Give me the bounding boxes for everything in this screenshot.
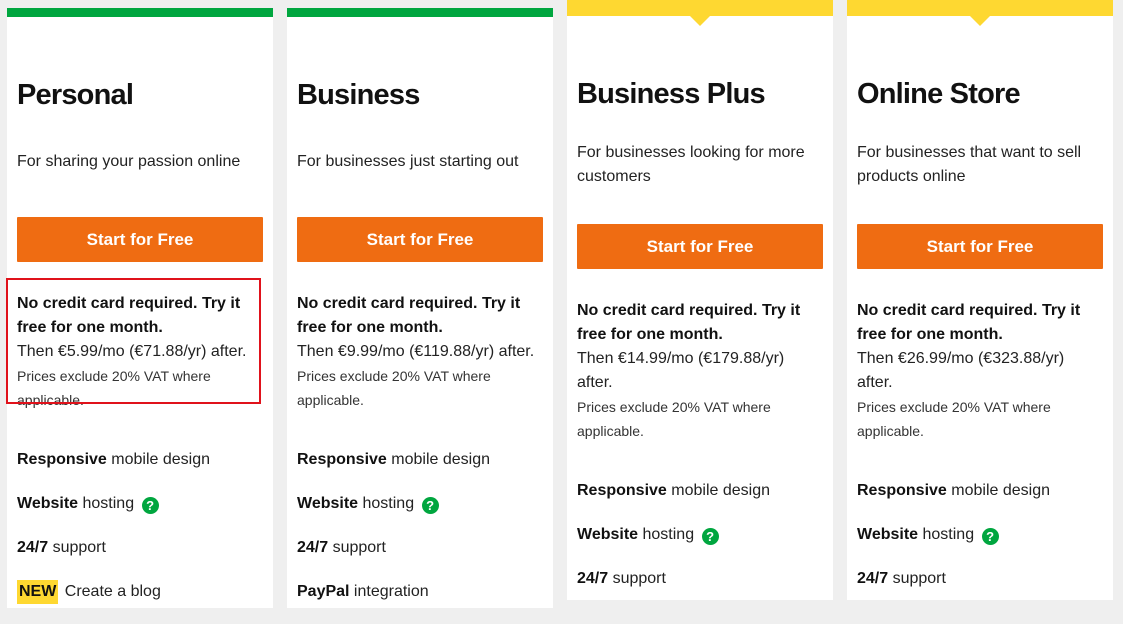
vat-note: Prices exclude 20% VAT where applicable. xyxy=(577,399,771,439)
price-after-trial: Then €26.99/mo (€323.88/yr) after. xyxy=(857,350,1065,391)
feature-item: Website hosting ? xyxy=(297,492,543,536)
trial-note: No credit card required. Try it free for… xyxy=(857,302,1081,343)
start-for-free-button[interactable]: Start for Free xyxy=(297,217,543,262)
plan-description: For businesses looking for more customer… xyxy=(577,144,805,185)
feature-item: PayPal integration xyxy=(297,583,429,600)
pricing-info: No credit card required. Try it free for… xyxy=(857,299,1099,443)
help-icon[interactable]: ? xyxy=(141,497,159,514)
feature-item: NEW Create a blog xyxy=(17,580,263,624)
help-icon[interactable]: ? xyxy=(421,497,439,514)
help-icon[interactable]: ? xyxy=(981,528,999,545)
feature-list: Responsive mobile design Website hosting… xyxy=(577,479,823,611)
feature-item: Website hosting ? xyxy=(577,523,823,567)
start-for-free-button[interactable]: Start for Free xyxy=(857,224,1103,269)
feature-item: 24/7 support xyxy=(297,539,386,556)
plan-title: Personal xyxy=(17,79,134,111)
feature-list: Responsive mobile design Website hosting… xyxy=(297,448,543,624)
plan-title: Online Store xyxy=(857,78,1021,110)
price-after-trial: Then €14.99/mo (€179.88/yr) after. xyxy=(577,350,785,391)
plan-description: For businesses just starting out xyxy=(297,153,519,170)
feature-item: Responsive mobile design xyxy=(857,482,1050,499)
start-for-free-button[interactable]: Start for Free xyxy=(577,224,823,269)
feature-list: Responsive mobile design Website hosting… xyxy=(17,448,263,624)
plan-description: For sharing your passion online xyxy=(17,153,241,170)
trial-note: No credit card required. Try it free for… xyxy=(577,302,801,343)
vat-note: Prices exclude 20% VAT where applicable. xyxy=(857,399,1051,439)
highlight-box xyxy=(6,278,261,404)
plan-title: Business Plus xyxy=(577,78,766,110)
plan-description: For businesses that want to sell product… xyxy=(857,144,1082,185)
feature-item: 24/7 support xyxy=(17,539,106,556)
pricing-info: No credit card required. Try it free for… xyxy=(577,299,819,443)
trial-note: No credit card required. Try it free for… xyxy=(297,295,521,336)
plan-card-business: Business For businesses just starting ou… xyxy=(287,8,553,608)
feature-item: Responsive mobile design xyxy=(17,451,210,468)
feature-list: Responsive mobile design Website hosting… xyxy=(857,479,1103,611)
plan-card-online-store: Online Store For businesses that want to… xyxy=(847,0,1113,600)
plan-card-business-plus: Business Plus For businesses looking for… xyxy=(567,0,833,600)
feature-item: Website hosting ? xyxy=(17,492,263,536)
feature-item: Website hosting ? xyxy=(857,523,1103,567)
vat-note: Prices exclude 20% VAT where applicable. xyxy=(297,368,491,408)
plan-title: Business xyxy=(297,79,420,111)
recommended-notch xyxy=(690,16,710,26)
feature-item: Responsive mobile design xyxy=(297,451,490,468)
feature-item: 24/7 support xyxy=(577,570,666,587)
feature-item: Responsive mobile design xyxy=(577,482,770,499)
recommended-notch xyxy=(970,16,990,26)
price-after-trial: Then €9.99/mo (€119.88/yr) after. xyxy=(297,343,535,360)
start-for-free-button[interactable]: Start for Free xyxy=(17,217,263,262)
help-icon[interactable]: ? xyxy=(701,528,719,545)
feature-item: 24/7 support xyxy=(857,570,946,587)
new-badge: NEW xyxy=(17,580,59,604)
pricing-info: No credit card required. Try it free for… xyxy=(297,292,539,412)
